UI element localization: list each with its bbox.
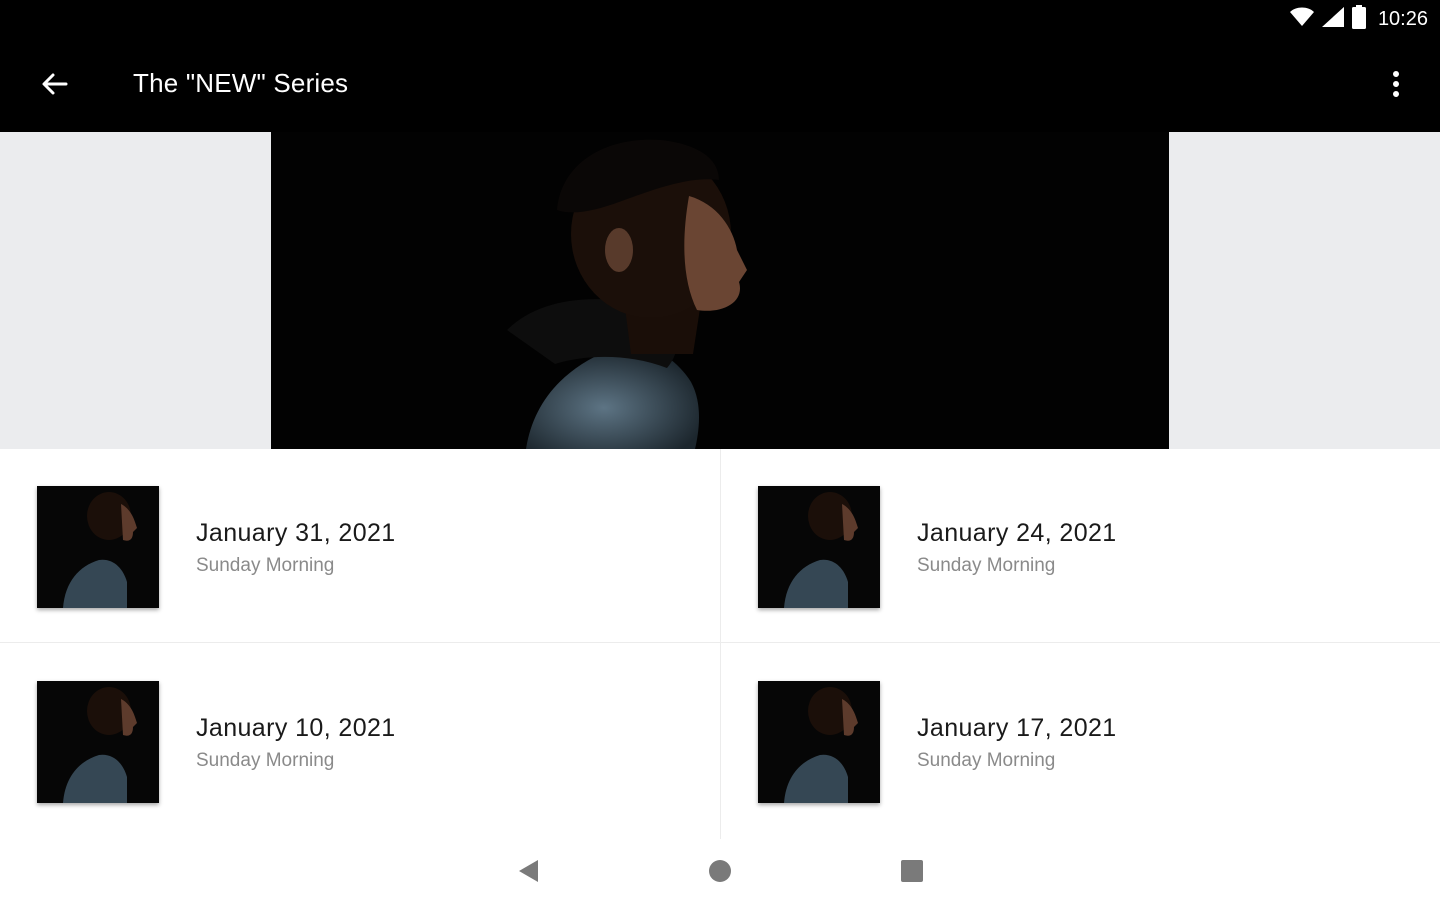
nav-recents-button[interactable] (888, 849, 936, 897)
battery-icon (1351, 4, 1366, 34)
sermon-subtitle: Sunday Morning (917, 750, 1056, 771)
sermon-thumbnail (758, 681, 880, 803)
sermon-subtitle: Sunday Morning (196, 750, 335, 771)
sermon-grid: January 31, 2021 Sunday Morning January … (0, 449, 1440, 839)
status-bar: 10:26 (0, 0, 1440, 38)
sermon-card[interactable]: January 24, 2021 Sunday Morning (721, 449, 1440, 642)
back-button[interactable] (22, 62, 86, 110)
sermon-card[interactable]: January 10, 2021 Sunday Morning (0, 644, 719, 837)
sermon-card[interactable]: January 31, 2021 Sunday Morning (0, 449, 719, 642)
system-nav-bar (0, 839, 1440, 900)
app-bar: The "NEW" Series (0, 38, 1440, 132)
sermon-thumbnail (37, 486, 159, 608)
sermon-date: January 17, 2021 (917, 714, 1117, 742)
status-time: 10:26 (1377, 7, 1428, 30)
sermon-date: January 24, 2021 (917, 519, 1117, 547)
sermon-subtitle: Sunday Morning (917, 555, 1056, 576)
more-vert-icon (1392, 70, 1400, 103)
nav-back-icon (516, 858, 540, 889)
wifi-icon (1289, 7, 1314, 32)
signal-icon (1321, 6, 1344, 32)
arrow-back-icon (40, 72, 68, 101)
row-divider (0, 642, 1440, 643)
series-hero-image (271, 132, 1169, 449)
sermon-date: January 31, 2021 (196, 519, 396, 547)
nav-back-button[interactable] (504, 849, 552, 897)
sermon-thumbnail (37, 681, 159, 803)
sermon-card[interactable]: January 17, 2021 Sunday Morning (721, 644, 1440, 837)
sermon-thumbnail (758, 486, 880, 608)
status-icons: 10:26 (1289, 4, 1428, 34)
nav-home-icon (708, 859, 732, 888)
page-title: The "NEW" Series (133, 68, 349, 98)
sermon-date: January 10, 2021 (196, 714, 396, 742)
sermon-subtitle: Sunday Morning (196, 555, 335, 576)
nav-recents-icon (900, 859, 924, 888)
overflow-menu-button[interactable] (1376, 62, 1416, 110)
nav-home-button[interactable] (696, 849, 744, 897)
